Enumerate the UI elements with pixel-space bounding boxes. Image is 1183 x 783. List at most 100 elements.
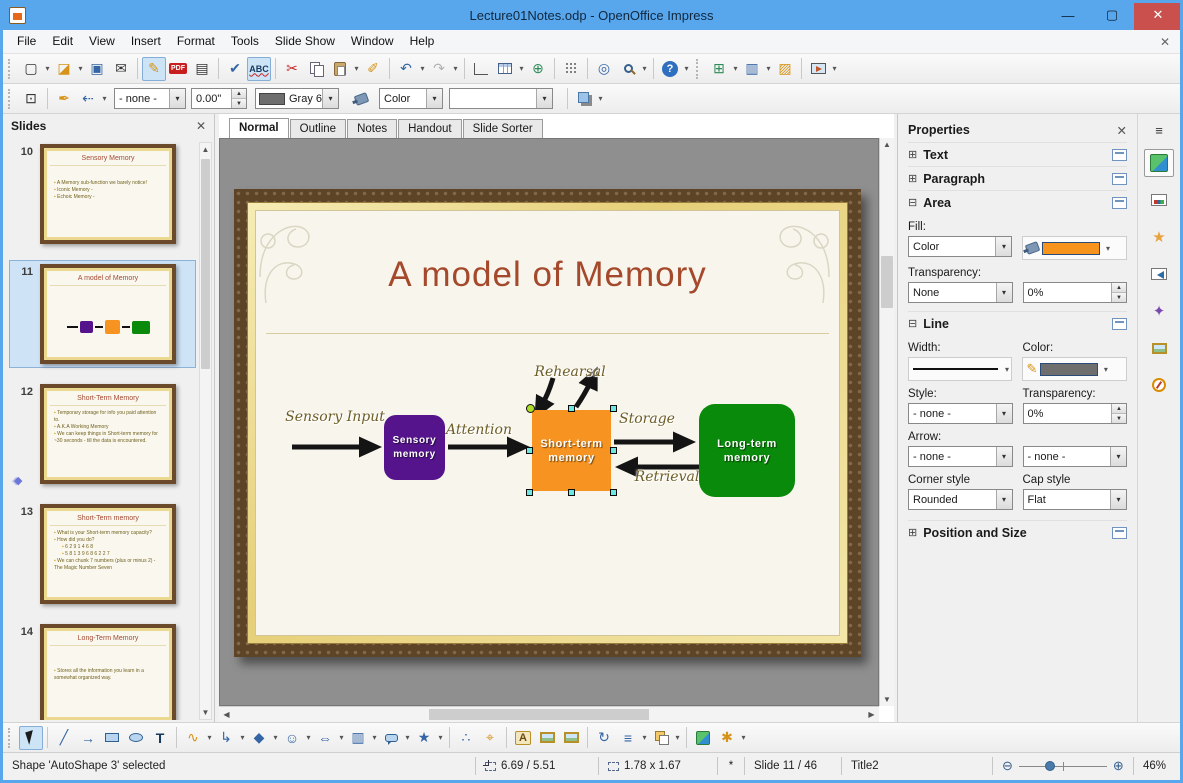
spellcheck-button[interactable]: ✔ bbox=[223, 57, 247, 81]
toolbar-overflow-button[interactable]: ▾ bbox=[682, 64, 691, 73]
table-button[interactable] bbox=[493, 57, 517, 81]
line-width-caret[interactable]: ▾ bbox=[1002, 365, 1011, 374]
canvas-vertical-scrollbar[interactable]: ▲ ▼ bbox=[879, 138, 894, 706]
print-button[interactable]: ▤ bbox=[190, 57, 214, 81]
zoom-slider-track[interactable] bbox=[1018, 760, 1107, 771]
arrow-begin-select[interactable]: - none - ▾ bbox=[908, 446, 1013, 467]
spin-up-button[interactable]: ▲ bbox=[1112, 283, 1126, 293]
save-button[interactable]: ▣ bbox=[85, 57, 109, 81]
canvas-horizontal-scrollbar[interactable]: ◀ ▶ bbox=[219, 706, 879, 722]
menu-slideshow[interactable]: Slide Show bbox=[267, 30, 343, 53]
tab-handout[interactable]: Handout bbox=[398, 119, 462, 138]
menu-tools[interactable]: Tools bbox=[223, 30, 267, 53]
navigator-tab[interactable] bbox=[1144, 371, 1174, 399]
selection-handle-top[interactable] bbox=[567, 405, 575, 412]
menu-insert[interactable]: Insert bbox=[123, 30, 169, 53]
stars-caret[interactable]: ▾ bbox=[436, 733, 445, 742]
position-size-button[interactable]: ⊡ bbox=[19, 87, 43, 111]
hyperlink-button[interactable]: ⊕ bbox=[526, 57, 550, 81]
arrow-end-caret[interactable]: ▾ bbox=[1110, 447, 1126, 466]
scroll-down-button[interactable]: ▼ bbox=[200, 706, 211, 719]
stars-button[interactable]: ★ bbox=[412, 726, 436, 750]
tab-normal[interactable]: Normal bbox=[229, 118, 289, 138]
selection-handle-top-left[interactable] bbox=[526, 404, 535, 413]
redo-dropdown-caret[interactable]: ▾ bbox=[451, 64, 460, 73]
selection-handle-top-right[interactable] bbox=[610, 405, 617, 412]
spin-down-button[interactable]: ▼ bbox=[1112, 293, 1126, 302]
open-folder-button[interactable]: ◪ bbox=[52, 57, 76, 81]
slide-transition-tab[interactable] bbox=[1144, 260, 1174, 288]
rectangle-button[interactable] bbox=[100, 726, 124, 750]
slide-thumb-image[interactable]: Sensory Memory A Memory sub-function we … bbox=[40, 144, 176, 244]
cap-style-caret[interactable]: ▾ bbox=[1110, 490, 1126, 509]
curve-button[interactable]: ∿ bbox=[181, 726, 205, 750]
alignment-caret[interactable]: ▾ bbox=[640, 733, 649, 742]
paste-button[interactable] bbox=[328, 57, 352, 81]
possize-dialog-launcher-icon[interactable] bbox=[1112, 526, 1127, 539]
slide-template-name[interactable]: Title2 bbox=[842, 753, 992, 779]
scroll-left-button[interactable]: ◀ bbox=[219, 707, 234, 722]
line-pen-button[interactable]: ✒ bbox=[52, 87, 76, 111]
slide-design-button[interactable]: ▨ bbox=[773, 57, 797, 81]
slide[interactable]: A model of Memory Sensory Input Attentio… bbox=[234, 189, 861, 657]
spin-up-button[interactable]: ▲ bbox=[1112, 404, 1126, 414]
new-slide-button[interactable]: ⊞ bbox=[707, 57, 731, 81]
line-width-spinner[interactable]: 0.00" ▲ ▼ bbox=[191, 88, 247, 109]
zoom-dropdown-caret[interactable]: ▾ bbox=[640, 64, 649, 73]
expander-icon[interactable]: ⊞ bbox=[908, 172, 917, 185]
expander-icon[interactable]: ⊟ bbox=[908, 196, 917, 209]
label-sensory-input[interactable]: Sensory Input bbox=[274, 409, 396, 425]
line-color-select-caret[interactable]: ▾ bbox=[322, 89, 338, 108]
slide-thumbnail-12[interactable]: 12 ◆ Short-Term Memory Temporary storage… bbox=[9, 380, 196, 488]
shadow-button[interactable] bbox=[572, 87, 596, 111]
fill-type-select-caret[interactable]: ▾ bbox=[426, 89, 442, 108]
slide-thumb-image[interactable]: A model of Memory bbox=[40, 264, 176, 364]
line-button[interactable]: ╱ bbox=[52, 726, 76, 750]
autospellcheck-button[interactable]: ABC bbox=[247, 56, 271, 81]
paragraph-dialog-launcher-icon[interactable] bbox=[1112, 172, 1127, 185]
gallery-button[interactable] bbox=[559, 726, 583, 750]
text-dialog-launcher-icon[interactable] bbox=[1112, 148, 1127, 161]
basic-shapes-caret[interactable]: ▾ bbox=[271, 733, 280, 742]
slide-thumbnail-11-selected[interactable]: 11 A model of Memory bbox=[9, 260, 196, 368]
start-presentation-button[interactable] bbox=[806, 57, 830, 81]
section-area[interactable]: ⊟ Area bbox=[908, 190, 1127, 214]
menu-edit[interactable]: Edit bbox=[44, 30, 81, 53]
scrollbar-thumb[interactable] bbox=[429, 709, 649, 720]
menu-format[interactable]: Format bbox=[169, 30, 223, 53]
corner-style-caret[interactable]: ▾ bbox=[995, 490, 1012, 509]
ellipse-button[interactable] bbox=[124, 726, 148, 750]
selection-handle-left[interactable] bbox=[526, 446, 533, 454]
toolbar-overflow-button[interactable]: ▾ bbox=[830, 64, 839, 73]
slides-scrollbar[interactable]: ▲ ▼ bbox=[199, 142, 212, 720]
copy-button[interactable] bbox=[304, 57, 328, 81]
label-retrieval[interactable]: Retrieval bbox=[626, 469, 708, 485]
area-dialog-launcher-icon[interactable] bbox=[1112, 196, 1127, 209]
new-dropdown-caret[interactable]: ▾ bbox=[43, 64, 52, 73]
scrollbar-thumb[interactable] bbox=[201, 159, 210, 369]
spin-down-button[interactable]: ▼ bbox=[1112, 414, 1126, 423]
styles-tab[interactable]: ✦ bbox=[1144, 297, 1174, 325]
sidebar-menu-button[interactable]: ≡ bbox=[1144, 120, 1174, 140]
zoom-button[interactable] bbox=[616, 57, 640, 81]
short-term-memory-box[interactable]: Short-term memory bbox=[526, 404, 617, 496]
section-line[interactable]: ⊟ Line bbox=[908, 311, 1127, 335]
table-dropdown-caret[interactable]: ▾ bbox=[517, 64, 526, 73]
fill-type-caret[interactable]: ▾ bbox=[995, 237, 1012, 256]
tab-slide-sorter[interactable]: Slide Sorter bbox=[462, 119, 543, 138]
extrusion-button[interactable] bbox=[691, 726, 715, 750]
scrollbar-thumb[interactable] bbox=[881, 256, 893, 308]
new-slide-dropdown-caret[interactable]: ▾ bbox=[731, 64, 740, 73]
menu-view[interactable]: View bbox=[81, 30, 123, 53]
menu-file[interactable]: File bbox=[9, 30, 44, 53]
zoom-in-button[interactable]: ⊕ bbox=[1113, 758, 1124, 774]
line-width-picker[interactable]: ▾ bbox=[908, 357, 1013, 381]
transparency-type-select[interactable]: None ▾ bbox=[908, 282, 1013, 303]
line-color-select[interactable]: Gray 6 ▾ bbox=[255, 88, 339, 109]
menu-help[interactable]: Help bbox=[402, 30, 443, 53]
edit-file-button[interactable]: ✎ bbox=[142, 56, 166, 81]
fill-type-select[interactable]: Color ▾ bbox=[379, 88, 443, 109]
zoom-out-button[interactable]: ⊖ bbox=[1002, 758, 1013, 774]
toolbar-grip[interactable] bbox=[8, 88, 15, 109]
arrow-style-dropdown-caret[interactable]: ▾ bbox=[100, 94, 109, 103]
